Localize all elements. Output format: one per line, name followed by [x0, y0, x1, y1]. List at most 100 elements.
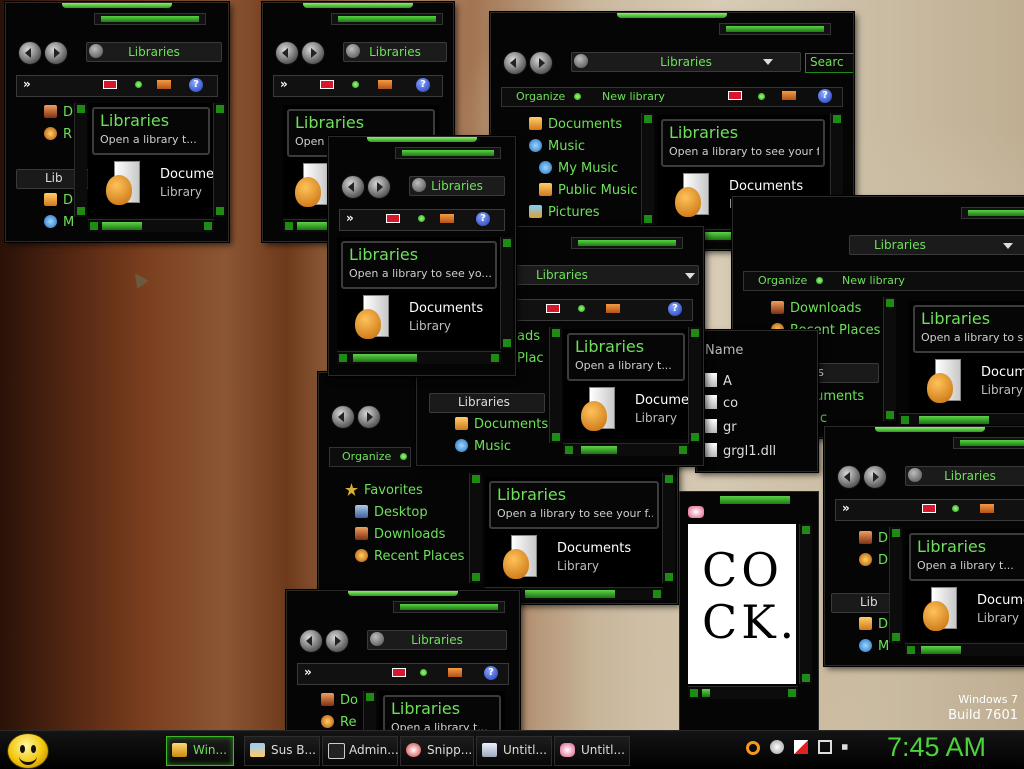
toolbar-overflow[interactable]: » — [23, 77, 31, 91]
folder-icon[interactable] — [157, 80, 171, 89]
start-button-smiley-icon[interactable] — [7, 733, 49, 769]
file-item[interactable]: grgl1.dll — [705, 443, 776, 459]
toolbar-overflow[interactable]: » — [346, 211, 354, 225]
back-button[interactable] — [331, 405, 355, 429]
content-scrollbar[interactable] — [500, 237, 513, 349]
nav-item-documents-2[interactable]: D — [859, 617, 888, 632]
nav-item-recent-places[interactable]: Plac — [517, 351, 544, 366]
file-list-window[interactable]: Name A co gr grgl1.dll — [696, 330, 818, 472]
column-header-name[interactable]: Name — [705, 343, 743, 358]
forward-button[interactable] — [357, 405, 381, 429]
address-bar[interactable]: Libraries — [367, 630, 507, 650]
nav-item-recent[interactable]: Re — [321, 715, 356, 730]
content-scrollbar[interactable] — [213, 103, 226, 217]
nav-item-documents-2[interactable]: D — [44, 193, 73, 208]
flag-icon[interactable] — [386, 214, 400, 223]
help-icon[interactable]: ? — [476, 212, 490, 226]
nav-item-documents[interactable]: D — [859, 531, 888, 546]
h-scrollbar[interactable] — [563, 443, 689, 456]
canvas-v-scrollbar[interactable] — [799, 524, 812, 684]
messenger-tray-icon[interactable] — [770, 740, 784, 754]
explorer-window-9[interactable]: Libraries » ? Do Re Libraries Open a libr… — [286, 590, 520, 730]
forward-button[interactable] — [325, 629, 349, 653]
taskbar-item-sus[interactable]: Sus B... — [244, 736, 320, 766]
folder-icon[interactable] — [782, 91, 796, 100]
help-icon[interactable]: ? — [668, 302, 682, 316]
caption-buttons[interactable] — [331, 13, 443, 25]
nav-item-documents[interactable]: Documents — [529, 117, 622, 132]
flag-icon[interactable] — [320, 80, 334, 89]
caption-buttons[interactable] — [395, 147, 501, 159]
paint-canvas[interactable]: CO CK. — [688, 524, 796, 684]
nav-item-music[interactable]: M — [859, 639, 889, 654]
file-item[interactable]: A — [705, 373, 732, 389]
nav-scrollbar[interactable] — [549, 327, 562, 443]
search-tray-icon[interactable] — [746, 741, 760, 755]
nav-item-recent[interactable]: R — [44, 127, 72, 142]
nav-scrollbar[interactable] — [363, 691, 376, 730]
nav-item-downloads[interactable]: Do — [321, 693, 358, 708]
caption-buttons[interactable] — [720, 496, 790, 504]
h-scrollbar[interactable] — [88, 219, 214, 232]
nav-item-downloads[interactable]: Downloads — [355, 527, 445, 542]
nav-item-my-music[interactable]: My Music — [539, 161, 618, 176]
nav-item-libraries[interactable]: Libraries — [429, 393, 545, 413]
file-item[interactable]: gr — [705, 419, 737, 435]
nav-item-downloads[interactable]: ads — [517, 329, 540, 344]
content-scrollbar[interactable] — [688, 327, 701, 443]
organize-button[interactable]: Organize — [516, 90, 565, 103]
caption-buttons[interactable] — [393, 601, 505, 613]
action-center-flag-icon[interactable] — [794, 740, 808, 754]
address-bar[interactable]: Libraries — [905, 466, 1024, 486]
help-icon[interactable]: ? — [189, 78, 203, 92]
taskbar-item-explorer[interactable]: Win... — [166, 736, 234, 766]
nav-item-downloads[interactable]: Downloads — [771, 301, 861, 316]
nav-scrollbar[interactable] — [889, 527, 902, 643]
back-button[interactable] — [341, 175, 365, 199]
back-button[interactable] — [837, 465, 861, 489]
folder-icon[interactable] — [980, 504, 994, 513]
flag-icon[interactable] — [728, 91, 742, 100]
canvas-h-scrollbar[interactable] — [688, 686, 798, 699]
nav-item-music[interactable]: M — [44, 215, 74, 230]
back-button[interactable] — [299, 629, 323, 653]
folder-icon[interactable] — [440, 214, 454, 223]
address-dropdown-icon[interactable] — [763, 59, 773, 65]
address-bar[interactable]: Libraries — [86, 42, 222, 62]
nav-item-favorites[interactable]: Favorites — [345, 483, 423, 498]
library-item-documents[interactable]: DocumentsLibrary — [341, 295, 497, 345]
address-dropdown-icon[interactable] — [1003, 243, 1013, 249]
forward-button[interactable] — [44, 41, 68, 65]
new-library-button[interactable]: New library — [842, 274, 905, 287]
back-button[interactable] — [18, 41, 42, 65]
address-bar[interactable]: Libraries — [409, 176, 505, 196]
address-bar[interactable]: Libraries — [343, 42, 447, 62]
nav-item-music[interactable]: Music — [529, 139, 585, 154]
flag-icon[interactable] — [546, 304, 560, 313]
folder-icon[interactable] — [448, 668, 462, 677]
library-item-documents[interactable]: DocumeLibrary — [909, 587, 1024, 637]
taskbar-item-paint[interactable]: Untitl... — [554, 736, 630, 766]
network-icon[interactable] — [818, 740, 832, 754]
h-scrollbar[interactable] — [905, 643, 1024, 656]
h-scrollbar[interactable] — [899, 413, 1024, 426]
search-input[interactable]: Searc — [805, 53, 853, 73]
nav-scrollbar[interactable] — [641, 113, 654, 225]
forward-button[interactable] — [863, 465, 887, 489]
caption-buttons[interactable] — [961, 207, 1024, 219]
caption-buttons[interactable] — [719, 23, 831, 35]
library-item-documents[interactable]: DocumeLibrary — [567, 387, 689, 437]
file-item[interactable]: co — [705, 395, 738, 411]
flag-icon[interactable] — [922, 504, 936, 513]
help-icon[interactable]: ? — [818, 89, 832, 103]
library-item-documents[interactable]: DocumeLibrary — [92, 161, 214, 211]
nav-scrollbar[interactable] — [469, 473, 482, 583]
folder-icon[interactable] — [378, 80, 392, 89]
library-item-documents[interactable]: DocumeLibrary — [913, 359, 1024, 409]
caption-buttons[interactable] — [94, 13, 206, 25]
address-bar[interactable]: Libraries — [501, 265, 699, 285]
address-dropdown-icon[interactable] — [685, 273, 695, 279]
taskbar-item-notepad[interactable]: Untitl... — [476, 736, 552, 766]
content-scrollbar[interactable] — [662, 473, 675, 583]
paint-window[interactable]: CO CK. — [679, 491, 819, 730]
